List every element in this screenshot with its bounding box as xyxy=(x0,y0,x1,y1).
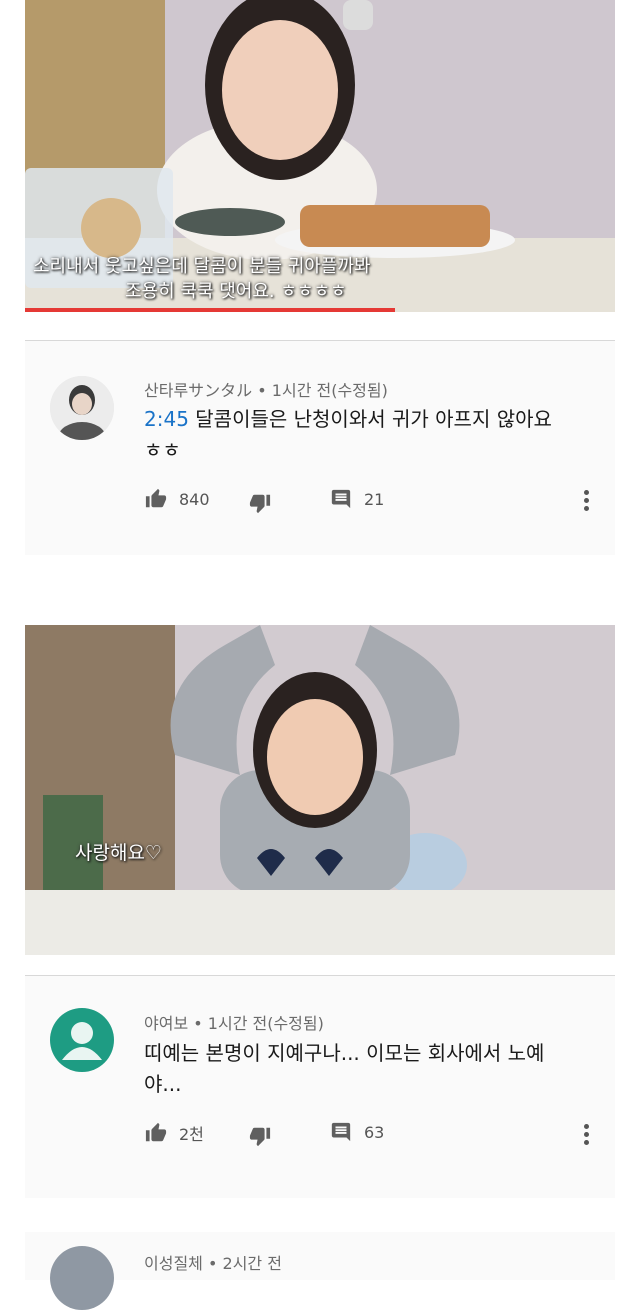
avatar[interactable] xyxy=(50,376,114,440)
avatar[interactable] xyxy=(50,1246,114,1310)
video-caption-line-2: 조용히 쿡쿡 댓어요. ㅎㅎㅎㅎ xyxy=(125,281,347,302)
video-thumbnail-1[interactable]: 소리내서 웃고싶은데 달콤이 분들 귀아플까봐 조용히 쿡쿡 댓어요. ㅎㅎㅎㅎ xyxy=(25,0,615,312)
video-caption-line-1: 소리내서 웃고싶은데 달콤이 분들 귀아플까봐 xyxy=(33,256,371,277)
comment-text-1: 2:45 달콤이들은 난청이와서 귀가 아프지 않아요 ㅎㅎ xyxy=(144,404,564,466)
reply-icon xyxy=(331,1122,351,1142)
comment-meta-3: 이성질체 • 2시간 전 xyxy=(144,1250,282,1274)
reply-button[interactable]: 21 xyxy=(330,488,384,510)
default-avatar-icon[interactable] xyxy=(50,1008,114,1072)
thumb-up-icon xyxy=(145,488,167,508)
dislike-button[interactable] xyxy=(248,1125,272,1147)
dislike-button[interactable] xyxy=(248,492,272,514)
more-vert-icon[interactable] xyxy=(584,1124,590,1148)
comment-author[interactable]: 이성질체 xyxy=(144,1254,203,1273)
reply-button[interactable]: 63 xyxy=(330,1121,384,1143)
comment-time: • 1시간 전(수정됨) xyxy=(193,1014,324,1033)
person-silhouette-icon xyxy=(62,1022,102,1060)
video-thumbnail-2[interactable]: 사랑해요♡ xyxy=(25,625,615,955)
comment-author[interactable]: 산타루サンタル xyxy=(144,381,252,400)
comment-time: • 2시간 전 xyxy=(207,1254,282,1273)
comment-meta-2: 야여보 • 1시간 전(수정됨) xyxy=(144,1010,324,1034)
reply-count: 63 xyxy=(364,1122,385,1142)
like-button[interactable]: 2천 xyxy=(144,1121,204,1145)
like-button[interactable]: 840 xyxy=(144,488,210,510)
reply-count: 21 xyxy=(364,489,385,509)
comment-time: • 1시간 전(수정됨) xyxy=(257,381,388,400)
thumb-down-icon xyxy=(249,1127,271,1147)
like-count: 2천 xyxy=(179,1125,204,1144)
comment-text-2: 띠예는 본명이 지예구나... 이모는 회사에서 노예야... xyxy=(144,1041,545,1096)
video-progress-bar xyxy=(25,308,395,312)
video-frame-2 xyxy=(25,625,615,955)
comment-author[interactable]: 야여보 xyxy=(144,1014,188,1033)
video-caption: 사랑해요♡ xyxy=(75,842,162,864)
like-count: 840 xyxy=(179,489,210,509)
reply-icon xyxy=(331,489,351,509)
comment-body: 달콤이들은 난청이와서 귀가 아프지 않아요 ㅎㅎ xyxy=(144,407,552,462)
timestamp-link[interactable]: 2:45 xyxy=(144,407,189,431)
comment-meta-1: 산타루サンタル • 1시간 전(수정됨) xyxy=(144,377,388,401)
thumb-down-icon xyxy=(249,494,271,514)
thumb-up-icon xyxy=(145,1122,167,1142)
profile-photo-icon xyxy=(50,376,114,440)
more-vert-icon[interactable] xyxy=(584,490,590,514)
